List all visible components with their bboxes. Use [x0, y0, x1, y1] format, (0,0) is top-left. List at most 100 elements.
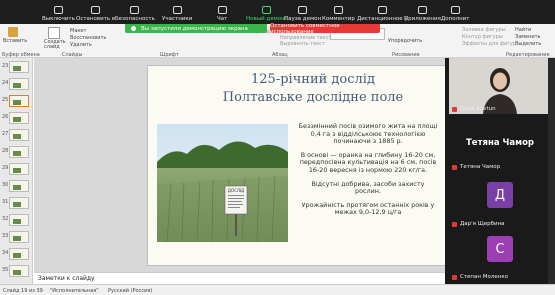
- thumbnail-row[interactable]: 31: [0, 196, 33, 210]
- pause-share-button[interactable]: Пауза демон: [284, 0, 321, 24]
- participants-label: Участники: [162, 16, 193, 22]
- microphone-icon: [53, 6, 63, 14]
- reset-button[interactable]: Восстановить: [70, 35, 106, 41]
- annotate-button[interactable]: Комментир: [322, 0, 355, 24]
- avatar: Д: [487, 182, 513, 208]
- sharing-banner: Вы запустили демонстрацию экрана: [125, 24, 267, 33]
- slide-thumbnail[interactable]: [9, 248, 29, 260]
- arrange-button[interactable]: Упорядочить: [388, 38, 422, 44]
- slide-thumbnail[interactable]: [9, 146, 29, 158]
- select-button[interactable]: Выделить: [515, 41, 541, 47]
- thumbnail-row[interactable]: 27: [0, 128, 33, 142]
- participant-namebar: Степан Моленко: [452, 274, 508, 280]
- stop-share-label: Остановить совместное использование: [270, 22, 340, 35]
- slide-thumbnail-selected[interactable]: [9, 95, 29, 107]
- security-button[interactable]: Безопасность: [115, 0, 155, 24]
- thumbnail-number: 23: [2, 63, 9, 69]
- thumbnail-row[interactable]: 34: [0, 247, 33, 261]
- chat-label: Чат: [217, 16, 228, 22]
- language-indicator[interactable]: Русский (Россия): [108, 288, 152, 294]
- participant-namebar: Daria Kovtun: [452, 106, 496, 112]
- slide-thumbnail[interactable]: [9, 214, 29, 226]
- slide-thumbnail[interactable]: [9, 163, 29, 175]
- thumbnail-row[interactable]: 25: [0, 94, 33, 108]
- participant-name: Дар'я Щербина: [460, 221, 505, 227]
- slide-title-line2: Полтавське дослідне поле: [222, 90, 404, 105]
- remote-control-label: Дистанционное у: [357, 16, 408, 22]
- more-button[interactable]: Дополнит: [441, 0, 470, 24]
- new-slide-button[interactable]: Создать слайд: [44, 40, 66, 50]
- mute-button[interactable]: Выключить: [42, 0, 75, 24]
- slide-thumbnail[interactable]: [9, 61, 29, 73]
- sharing-status-icon: [131, 26, 136, 31]
- new-share-label: Новый демонс: [246, 16, 288, 22]
- find-button[interactable]: Найти: [515, 27, 531, 33]
- slide-thumbnail[interactable]: [9, 78, 29, 90]
- thumbnail-number: 32: [2, 216, 9, 222]
- thumbnail-row[interactable]: 26: [0, 111, 33, 125]
- new-slide-icon: [48, 27, 60, 39]
- thumbnail-row[interactable]: 28: [0, 145, 33, 159]
- participants-button[interactable]: Участники: [162, 0, 192, 24]
- field-photo: ДОСЛІД: [157, 124, 288, 242]
- avatar: С: [487, 236, 513, 262]
- muted-mic-icon: [452, 106, 457, 112]
- remote-control-button[interactable]: Дистанционное у: [357, 0, 408, 24]
- participant-name: Тетяна Чамор: [460, 164, 501, 170]
- slide-thumbnail[interactable]: [9, 180, 29, 192]
- thumbnail-row[interactable]: 33: [0, 230, 33, 244]
- annotate-label: Комментир: [322, 16, 355, 22]
- slide-thumbnail[interactable]: [9, 231, 29, 243]
- paste-button[interactable]: Вставить: [3, 38, 27, 44]
- clipboard-icon: [8, 27, 18, 37]
- theme-name: "Исполнительная": [50, 288, 99, 294]
- sharing-banner-text: Вы запустили демонстрацию экрана: [141, 25, 248, 32]
- current-slide[interactable]: 125-річний дослід Полтавське дослідне по…: [147, 65, 477, 266]
- gallery-scrollbar[interactable]: [548, 58, 555, 284]
- apps-button[interactable]: Приложения: [404, 0, 441, 24]
- shape-fill-button[interactable]: Заливка фигуры: [462, 27, 506, 33]
- delete-button[interactable]: Удалить: [70, 42, 92, 48]
- video-tile-darya[interactable]: Д Дар'я Щербина: [449, 178, 551, 230]
- shape-effects-button[interactable]: Эффекты для фигур: [462, 41, 516, 47]
- thumbnail-row[interactable]: 24: [0, 77, 33, 91]
- thumbnail-row[interactable]: 30: [0, 179, 33, 193]
- shield-icon: [130, 6, 140, 14]
- thumbnail-row[interactable]: 29: [0, 162, 33, 176]
- align-text-button[interactable]: Выровнять текст: [280, 41, 325, 47]
- thumbnail-number: 25: [2, 97, 9, 103]
- new-share-button[interactable]: Новый демонс: [246, 0, 288, 24]
- slide-paragraph: В основі — оранка на глибину 16-20 см, п…: [299, 150, 437, 174]
- video-tile-tetiana[interactable]: Тетяна Чамор Тетяна Чамор: [449, 118, 551, 174]
- participants-icon: [172, 6, 182, 14]
- thumbnail-number: 34: [2, 250, 9, 256]
- pause-icon: [298, 6, 308, 14]
- slide-thumbnail[interactable]: [9, 197, 29, 209]
- chat-button[interactable]: Чат: [217, 0, 227, 24]
- video-tile-daria[interactable]: Daria Kovtun: [449, 58, 551, 114]
- slide-body-text: Беззмінний посів озимого жита на площі 0…: [298, 122, 438, 223]
- slide-title-line1: 125-річний дослід: [251, 72, 375, 87]
- replace-button[interactable]: Заменить: [515, 34, 541, 40]
- stop-video-button[interactable]: Остановить в: [76, 0, 115, 24]
- stop-share-button[interactable]: Остановить совместное использование: [270, 22, 380, 35]
- thumbnail-row[interactable]: 35: [0, 264, 33, 278]
- slide-thumbnail[interactable]: [9, 112, 29, 124]
- slide-counter: Слайд 19 из 39: [3, 288, 43, 294]
- slide-paragraph: Відсутні добрива, засоби захисту рослин.: [311, 179, 425, 196]
- notes-pane[interactable]: Заметки к слайду: [34, 272, 445, 284]
- shape-outline-button[interactable]: Контур фигуры: [462, 34, 503, 40]
- thumbnail-row[interactable]: 23: [0, 60, 33, 74]
- slide-thumbnail[interactable]: [9, 129, 29, 141]
- pause-share-label: Пауза демон: [284, 16, 322, 22]
- slide-paragraph: Урожайність протягом останніх років у ме…: [301, 200, 435, 217]
- layout-button[interactable]: Макет: [70, 28, 86, 34]
- video-tile-stepan[interactable]: С Степан Моленко: [449, 232, 551, 284]
- slide-canvas: 125-річний дослід Полтавське дослідне по…: [34, 58, 477, 272]
- thumbnail-number: 30: [2, 182, 9, 188]
- participant-name: Степан Моленко: [460, 274, 509, 280]
- slide-thumbnail[interactable]: [9, 265, 29, 277]
- slide-paragraph: Беззмінний посів озимого жита на площі 0…: [298, 122, 438, 146]
- thumbnail-row[interactable]: 32: [0, 213, 33, 227]
- thumbnail-number: 26: [2, 114, 9, 120]
